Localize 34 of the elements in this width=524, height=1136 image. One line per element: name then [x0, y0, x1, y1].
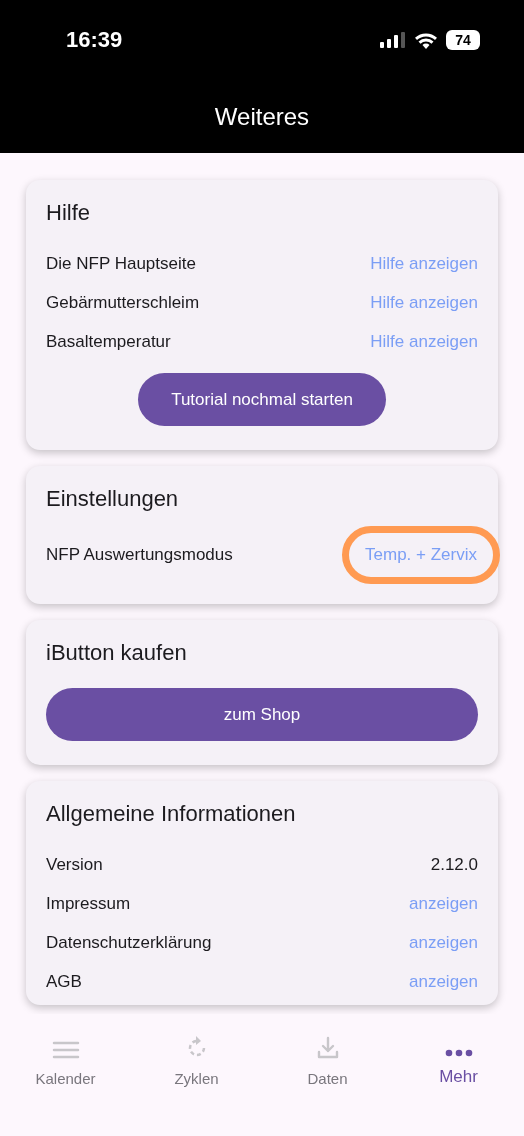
page-title: Weiteres — [214, 102, 310, 131]
more-icon — [444, 1049, 473, 1057]
mode-link[interactable]: Temp. + Zervix — [342, 526, 500, 584]
nav-tab[interactable]: Mehr — [393, 1028, 524, 1088]
nav-tab[interactable]: Kalender — [0, 1028, 131, 1088]
menu-icon — [51, 1040, 80, 1060]
signal-icon — [380, 32, 406, 48]
row-label: Impressum — [46, 893, 131, 914]
row-label: NFP Auswertungsmodus — [46, 545, 233, 565]
card-title: Hilfe — [46, 200, 91, 226]
row-label: Basaltemperatur — [46, 331, 171, 352]
row-label: Version — [46, 854, 103, 875]
card-title: iButton kaufen — [46, 640, 188, 666]
status-time: 16:39 — [66, 27, 123, 53]
wifi-icon — [414, 31, 438, 49]
nav-tab[interactable]: Zyklen — [131, 1028, 262, 1088]
download-icon — [315, 1036, 340, 1060]
version-value: 2.12.0 — [430, 854, 478, 875]
row-label: AGB — [46, 971, 82, 992]
show-link[interactable]: anzeigen — [409, 893, 478, 914]
nav-tab[interactable]: Daten — [262, 1028, 393, 1088]
card-title: Allgemeine Informationen — [46, 801, 297, 827]
battery-icon: 74 — [446, 30, 480, 50]
shop-button[interactable]: zum Shop — [46, 688, 478, 741]
show-link[interactable]: anzeigen — [409, 971, 478, 992]
row-label: Die NFP Hauptseite — [46, 253, 196, 274]
card-title: Einstellungen — [46, 486, 180, 512]
help-link[interactable]: Hilfe anzeigen — [370, 253, 478, 274]
row-label: Datenschutzerklärung — [46, 932, 212, 953]
tutorial-button[interactable]: Tutorial nochmal starten — [138, 373, 386, 426]
help-link[interactable]: Hilfe anzeigen — [370, 331, 478, 352]
show-link[interactable]: anzeigen — [409, 932, 478, 953]
help-link[interactable]: Hilfe anzeigen — [370, 292, 478, 313]
row-label: Gebärmutterschleim — [46, 292, 200, 313]
